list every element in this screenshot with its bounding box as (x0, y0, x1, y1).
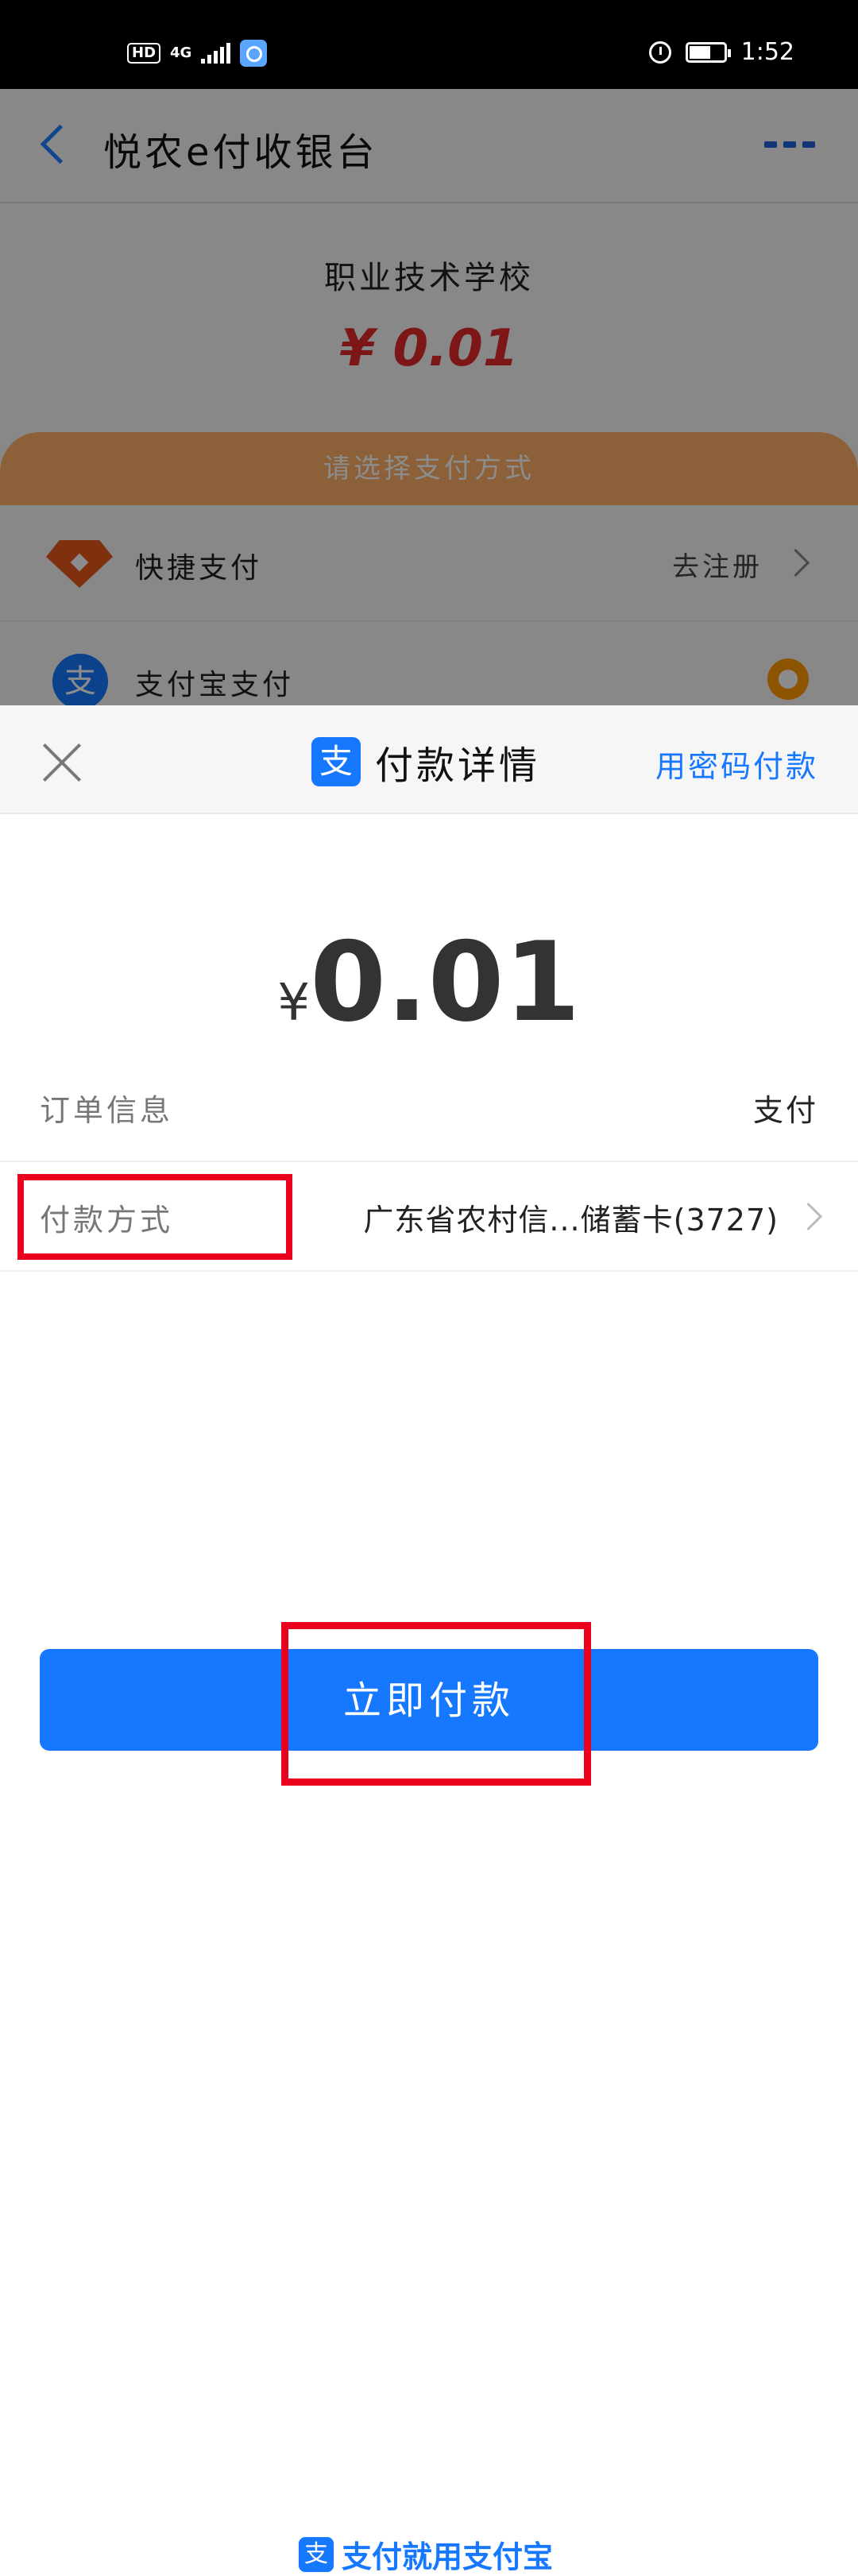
footer-slogan: 支付就用支付宝 (342, 2539, 554, 2574)
alipay-logo-icon: 支 (311, 737, 361, 786)
status-bar: HD 4G 1:52 (0, 0, 858, 89)
highlight-box-payment-method (17, 1174, 292, 1260)
modal-overlay[interactable] (0, 89, 858, 705)
alipay-logo-icon: 支 (299, 2536, 334, 2572)
payment-method-value[interactable]: 广东省农村信...储蓄卡(3727) (363, 1195, 779, 1239)
highlight-box-pay-button (281, 1622, 591, 1786)
hd-indicator: HD (127, 43, 161, 64)
clock: 1:52 (740, 38, 794, 66)
sheet-header: 支 付款详情 用密码付款 (0, 705, 858, 814)
app-notification-icon (240, 40, 268, 67)
payment-amount: ¥0.01 (0, 918, 858, 1046)
currency-symbol: ¥ (277, 974, 311, 1033)
amount-value: 0.01 (310, 918, 581, 1046)
close-icon[interactable] (40, 740, 84, 785)
password-pay-link[interactable]: 用密码付款 (655, 742, 818, 786)
sheet-title: 付款详情 (375, 743, 541, 788)
order-info-label: 订单信息 (40, 1093, 174, 1128)
chevron-right-icon[interactable] (794, 1202, 823, 1231)
battery-icon (685, 41, 731, 63)
order-info-value: 支付 (752, 1093, 818, 1128)
order-info-row: 订单信息 支付 (0, 1051, 858, 1162)
footer-brand: 支 支付就用支付宝 (299, 2532, 553, 2576)
signal-icon (201, 43, 231, 64)
network-type: 4G (170, 44, 192, 61)
alarm-icon (648, 41, 671, 64)
